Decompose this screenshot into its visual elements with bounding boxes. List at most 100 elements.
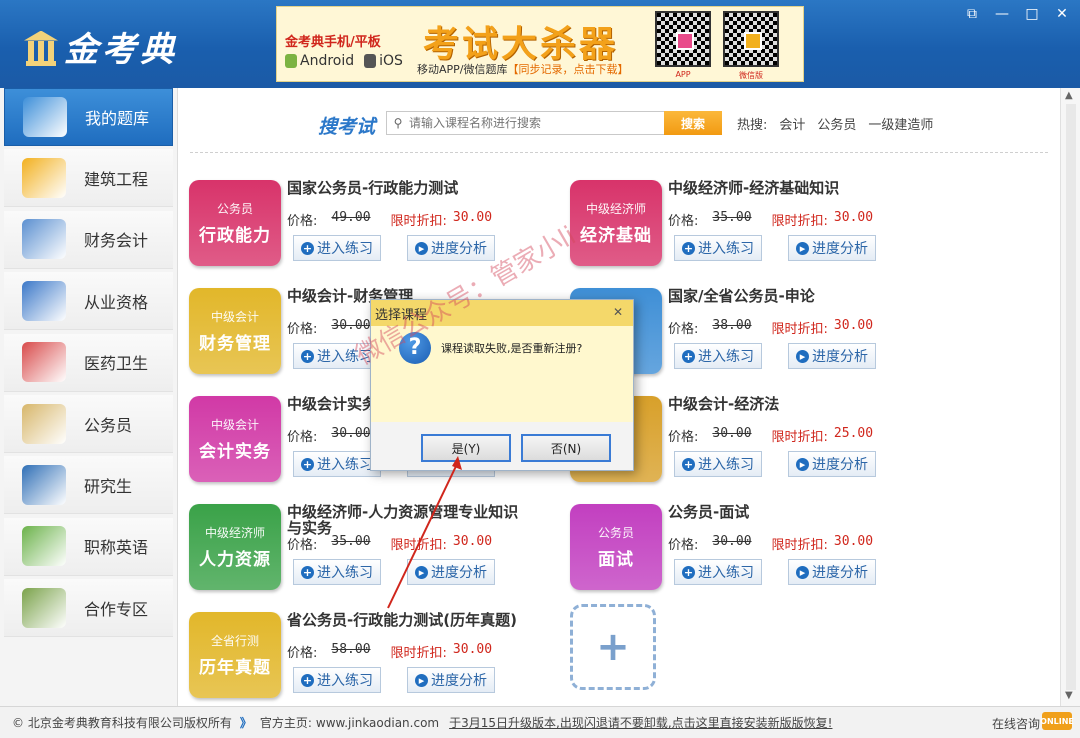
hot-term-civil-servant[interactable]: 公务员 <box>817 114 856 133</box>
analysis-button[interactable]: ▸进度分析 <box>788 451 876 477</box>
scroll-up-icon[interactable]: ▲ <box>1065 90 1073 101</box>
course-title[interactable]: 中级经济师-人力资源管理专业知识与实务 <box>287 504 527 536</box>
analysis-label: 进度分析 <box>431 241 487 257</box>
online-consult-link[interactable]: 在线咨询 <box>992 715 1040 732</box>
plus-circle-icon: + <box>301 565 314 579</box>
course-title[interactable]: 中级会计-经济法 <box>668 396 908 412</box>
practice-button[interactable]: + 进入练习 <box>293 667 381 693</box>
chart-report-icon <box>22 219 66 260</box>
sidebar-item-label: 财务会计 <box>84 231 149 251</box>
discount-label: 限时折扣: <box>771 430 828 445</box>
course-title[interactable]: 中级经济师-经济基础知识 <box>668 180 908 196</box>
practice-label: 进入练习 <box>317 241 373 257</box>
bar-chart-3d-icon <box>22 280 66 321</box>
no-button[interactable]: 否(N) <box>521 434 611 462</box>
yes-button[interactable]: 是(Y) <box>421 434 511 462</box>
course-title[interactable]: 国家公务员-行政能力测试 <box>287 180 527 196</box>
hot-term-constructor[interactable]: 一级建造师 <box>868 114 933 133</box>
sidebar-item-label: 合作专区 <box>84 599 149 619</box>
practice-button[interactable]: + 进入练习 <box>674 451 762 477</box>
add-course-button[interactable]: + <box>570 604 656 690</box>
course-title[interactable]: 省公务员-行政能力测试(历年真题) <box>287 612 527 628</box>
online-badge-icon[interactable]: ONLINE <box>1040 712 1074 730</box>
course-thumbnail[interactable]: 中级会计 会计实务 <box>189 396 281 482</box>
scroll-down-icon[interactable]: ▼ <box>1065 690 1073 701</box>
thumbnail-category: 公务员 <box>216 202 253 216</box>
course-thumbnail[interactable]: 公务员 行政能力 <box>189 180 281 266</box>
banner-subtitle: 移动APP/微信题库【同步记录，点击下载】 <box>417 61 629 77</box>
course-title[interactable]: 国家/全省公务员-申论 <box>668 288 908 304</box>
sidebar-item-2[interactable]: 财务会计 <box>4 210 173 269</box>
practice-button[interactable]: + 进入练习 <box>674 559 762 585</box>
practice-button[interactable]: + 进入练习 <box>674 235 762 261</box>
thumbnail-title: 历年真题 <box>199 658 271 678</box>
search-input[interactable] <box>409 116 659 130</box>
sidebar-item-label: 公务员 <box>84 415 133 435</box>
upgrade-notice-link[interactable]: 于3月15日升级版本,出现闪退请不要卸载,点击这里直接安装新版版恢复! <box>449 714 832 731</box>
practice-button[interactable]: + 进入练习 <box>293 343 381 369</box>
course-thumbnail[interactable]: 中级会计 财务管理 <box>189 288 281 374</box>
construction-sign-icon <box>22 157 66 198</box>
close-icon[interactable]: ✕ <box>1054 6 1070 22</box>
hot-term-accounting[interactable]: 会计 <box>779 114 805 133</box>
android-label: Android <box>300 53 355 69</box>
practice-button[interactable]: + 进入练习 <box>293 451 381 477</box>
android-icon <box>285 54 297 68</box>
thumbnail-title: 面试 <box>598 550 634 570</box>
course-thumbnail[interactable]: 中级经济师 人力资源 <box>189 504 281 590</box>
original-price: 30.00 <box>331 318 371 333</box>
sidebar-item-1[interactable]: 建筑工程 <box>4 149 173 208</box>
practice-button[interactable]: + 进入练习 <box>293 559 381 585</box>
sidebar-item-8[interactable]: 合作专区 <box>4 579 173 638</box>
app-qr-code-icon <box>655 11 711 67</box>
sidebar-item-5[interactable]: 公务员 <box>4 395 173 453</box>
divider <box>190 152 1048 153</box>
analysis-label: 进度分析 <box>812 565 868 581</box>
analysis-label: 进度分析 <box>812 457 868 473</box>
search-title: 搜考试 <box>318 116 376 138</box>
minimize-icon[interactable]: — <box>994 6 1010 22</box>
scrollbar-thumb[interactable] <box>1066 104 1076 690</box>
course-title[interactable]: 公务员-面试 <box>668 504 908 520</box>
qr-wechat-label: 微信版 <box>739 71 763 80</box>
course-thumbnail[interactable]: 中级经济师 经济基础 <box>570 180 662 266</box>
banner-headline: 考试大杀器 <box>423 24 619 65</box>
restore-icon[interactable]: ⧉ <box>964 6 980 22</box>
course-price: 价格: 30.00 限时折扣: 25.00 <box>668 426 873 445</box>
sidebar-item-4[interactable]: 医药卫生 <box>4 333 173 392</box>
analysis-button[interactable]: ▸进度分析 <box>407 559 495 585</box>
sidebar-item-0[interactable]: 我的题库 <box>4 88 173 146</box>
discount-label: 限时折扣: <box>390 214 447 229</box>
dialog-title: 选择课程 <box>371 300 633 326</box>
vertical-scrollbar[interactable]: ▲ ▼ <box>1060 88 1080 706</box>
course-thumbnail[interactable]: 公务员 面试 <box>570 504 662 590</box>
analysis-button[interactable]: ▸进度分析 <box>788 343 876 369</box>
maximize-icon[interactable]: □ <box>1024 6 1040 22</box>
course-thumbnail[interactable]: 全省行测 历年真题 <box>189 612 281 698</box>
analysis-label: 进度分析 <box>431 673 487 689</box>
original-price: 35.00 <box>331 534 371 549</box>
thumbnail-category: 全省行测 <box>210 634 259 648</box>
analysis-label: 进度分析 <box>812 241 868 257</box>
sidebar-item-3[interactable]: 从业资格 <box>4 272 173 331</box>
discount-price: 30.00 <box>833 534 874 549</box>
price-label: 价格: <box>287 538 318 553</box>
analysis-button[interactable]: ▸进度分析 <box>788 235 876 261</box>
practice-button[interactable]: + 进入练习 <box>293 235 381 261</box>
sidebar-item-7[interactable]: 职称英语 <box>4 517 173 576</box>
analysis-button[interactable]: ▸进度分析 <box>407 235 495 261</box>
dialog-close-icon[interactable]: ✕ <box>613 305 623 319</box>
homepage-link[interactable]: www.jinkaodian.com <box>316 716 439 730</box>
analysis-button[interactable]: ▸进度分析 <box>788 559 876 585</box>
original-price: 35.00 <box>712 210 752 225</box>
arrow-circle-icon: ▸ <box>415 241 428 255</box>
double-chevron-icon: 》 <box>239 716 252 730</box>
practice-button[interactable]: + 进入练习 <box>674 343 762 369</box>
sidebar-item-label: 医药卫生 <box>84 354 149 374</box>
search-button[interactable]: 搜索 <box>664 111 722 135</box>
analysis-button[interactable]: ▸进度分析 <box>407 667 495 693</box>
sidebar-item-6[interactable]: 研究生 <box>4 456 173 515</box>
download-banner[interactable]: 金考典手机/平板 Android iOS 考试大杀器 移动APP/微信题库【同步… <box>276 6 804 82</box>
thumbnail-title: 财务管理 <box>199 334 271 354</box>
original-price: 30.00 <box>712 534 752 549</box>
